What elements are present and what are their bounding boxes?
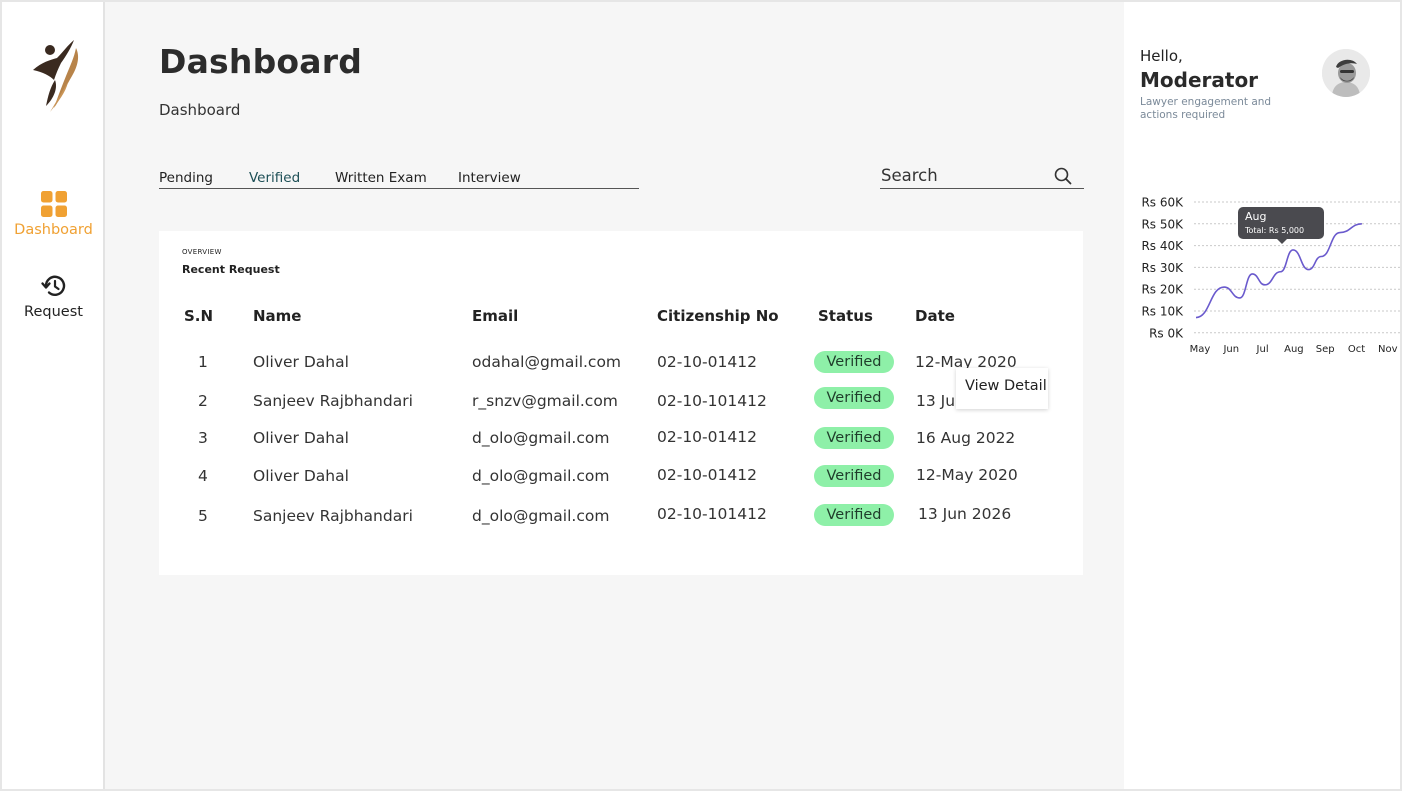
status-badge: Verified [814,351,894,373]
column-header-email: Email [472,307,519,325]
sidebar: Dashboard Request [2,2,105,789]
x-tick-label: May [1190,344,1211,355]
tab-written-exam[interactable]: Written Exam [335,170,427,186]
row-sn: 4 [198,467,208,485]
row-date: 12-May 2020 [916,466,1018,484]
row-email: d_olo@gmail.com [472,467,610,485]
row-date: 16 Aug 2022 [916,429,1016,447]
row-date: 13 Ju [916,392,956,410]
row-citizenship: 02-10-01412 [657,466,757,484]
y-tick-label: Rs 0K [1149,326,1184,340]
row-citizenship: 02-10-101412 [657,392,767,410]
sidebar-item-dashboard[interactable]: Dashboard [2,190,105,238]
page-title: Dashboard [159,42,363,81]
x-tick-label: Jun [1222,344,1239,355]
column-header-status: Status [818,307,873,325]
y-tick-label: Rs 60K [1141,196,1184,210]
column-header-name: Name [253,307,302,325]
x-tick-label: Sep [1316,344,1335,355]
row-email: odahal@gmail.com [472,353,622,371]
column-header-citizenship: Citizenship No [657,307,779,325]
profile-subtitle: Lawyer engagement and actions required [1140,96,1272,121]
status-badge: Verified [814,387,894,409]
row-citizenship: 02-10-101412 [657,505,767,523]
chart-tooltip-text: Total: Rs 5,000 [1244,226,1304,235]
row-sn: 2 [198,392,208,410]
grid-icon [40,191,67,217]
row-name: Oliver Dahal [253,467,349,485]
row-name: Sanjeev Rajbhandari [253,507,413,525]
chart-tooltip-title: Aug [1245,210,1266,223]
history-icon [40,275,65,296]
sidebar-item-request[interactable]: Request [2,272,105,320]
row-name: Oliver Dahal [253,429,349,447]
avatar[interactable] [1322,49,1370,97]
tab-pending[interactable]: Pending [159,170,213,186]
card-title: Recent Request [182,263,280,276]
row-email: r_snzv@gmail.com [472,392,618,410]
status-badge: Verified [814,465,894,487]
row-date: 13 Jun 2026 [918,505,1012,523]
row-sn: 3 [198,429,208,447]
status-tabs: Pending Verified Written Exam Interview [159,170,639,189]
row-sn: 1 [198,353,208,371]
y-tick-label: Rs 30K [1141,261,1184,275]
profile-panel: Hello, Moderator Lawyer engagement and a… [1124,2,1400,789]
breadcrumb: Dashboard [159,101,241,119]
main-content: Dashboard Dashboard Pending Verified Wri… [105,2,1124,789]
status-badge: Verified [814,504,894,526]
view-detail-button[interactable]: View Detail [956,368,1048,409]
y-tick-label: Rs 20K [1141,283,1184,297]
status-badge: Verified [814,427,894,449]
row-sn: 5 [198,507,208,525]
row-citizenship: 02-10-01412 [657,428,757,446]
user-role: Moderator [1140,68,1259,92]
y-tick-label: Rs 10K [1141,305,1184,319]
brand-logo [33,40,79,112]
y-tick-label: Rs 50K [1141,217,1184,231]
chart-tooltip-pointer [1277,239,1287,244]
column-header-date: Date [915,307,955,325]
recent-request-card: OVERVIEW Recent Request S.N Name Email C… [159,231,1083,575]
row-email: d_olo@gmail.com [472,507,610,525]
card-overline: OVERVIEW [182,248,222,256]
row-citizenship: 02-10-01412 [657,353,757,371]
greeting: Hello, [1140,47,1183,65]
sidebar-item-label: Dashboard [14,222,93,238]
x-tick-label: Jul [1256,344,1269,355]
column-header-sn: S.N [184,307,214,325]
y-tick-label: Rs 40K [1141,239,1184,253]
search-box [880,164,1084,189]
revenue-line-chart: Rs 60K Rs 50K Rs 40K Rs 30K Rs 20K Rs 10K Rs 0… [1141,196,1400,355]
search-input[interactable] [881,164,1041,186]
row-email: d_olo@gmail.com [472,429,610,447]
sidebar-item-label: Request [24,304,83,320]
search-icon[interactable] [1054,167,1072,185]
row-name: Oliver Dahal [253,353,349,371]
tab-verified[interactable]: Verified [249,170,300,186]
row-name: Sanjeev Rajbhandari [253,392,413,410]
tab-interview[interactable]: Interview [458,170,521,186]
x-tick-label: Nov [1378,344,1398,355]
avatar-image [1322,49,1370,97]
x-tick-label: Aug [1284,344,1304,355]
x-tick-label: Oct [1348,344,1365,355]
